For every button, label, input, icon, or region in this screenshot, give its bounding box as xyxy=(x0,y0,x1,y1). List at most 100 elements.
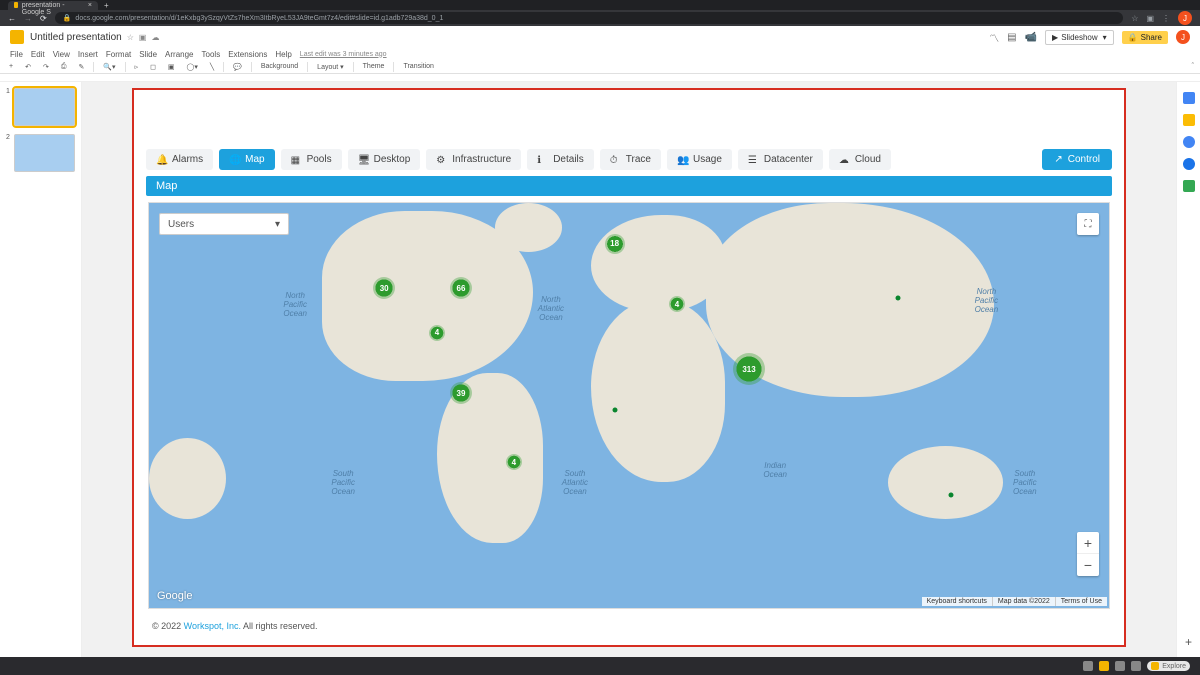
cc-icon[interactable] xyxy=(1115,661,1125,671)
comment-add-icon[interactable]: 💬 xyxy=(230,62,245,72)
slide-thumb-2[interactable] xyxy=(14,134,75,172)
canvas[interactable]: 🔔Alarms 🌐Map ▦Pools 🖥Desktop⚙Infrastructure… xyxy=(82,82,1176,657)
menu-help[interactable]: Help xyxy=(275,50,291,59)
trend-icon[interactable]: 〽 xyxy=(989,30,999,45)
explore-button[interactable]: Explore xyxy=(1147,661,1190,671)
menu-extensions[interactable]: Extensions xyxy=(228,50,267,59)
menu-view[interactable]: View xyxy=(53,50,70,59)
address-bar[interactable]: 🔒 docs.google.com/presentation/d/1eKxbg3… xyxy=(55,12,1124,24)
side-panel-add-icon[interactable]: + xyxy=(1185,635,1192,649)
map-cluster[interactable]: 30 xyxy=(373,277,395,299)
cursor-icon[interactable]: ▹ xyxy=(132,62,142,72)
line-icon[interactable]: ╲ xyxy=(207,62,217,72)
control-button[interactable]: ↗Control xyxy=(1042,149,1112,170)
tasks-icon[interactable] xyxy=(1183,136,1195,148)
tab-map[interactable]: 🌐Map xyxy=(219,149,274,170)
map-dot[interactable] xyxy=(948,492,953,497)
tab-label: Usage xyxy=(693,154,722,165)
reload-icon[interactable]: ⟳ xyxy=(40,14,47,23)
menu-insert[interactable]: Insert xyxy=(78,50,98,59)
tab-desktop[interactable]: 🖥Desktop xyxy=(348,149,421,170)
map-dot[interactable] xyxy=(612,407,617,412)
tab-cloud[interactable]: ☁Cloud xyxy=(829,149,891,170)
extension-icon[interactable]: ▣ xyxy=(1146,14,1154,23)
contacts-icon[interactable] xyxy=(1183,158,1195,170)
textbox-icon[interactable]: ◻ xyxy=(147,62,159,72)
comment-icon[interactable]: ▤ xyxy=(1007,32,1016,43)
map-cluster[interactable]: 313 xyxy=(733,353,765,385)
map-cluster[interactable]: 4 xyxy=(669,296,685,312)
map-cluster[interactable]: 66 xyxy=(450,277,472,299)
doc-title[interactable]: Untitled presentation xyxy=(30,32,122,43)
map-dot[interactable] xyxy=(895,296,900,301)
ocean-sp: South Pacific Ocean xyxy=(331,470,355,496)
star-icon[interactable]: ☆ xyxy=(1131,14,1138,23)
tab-usage[interactable]: 👥Usage xyxy=(667,149,732,170)
window-icon[interactable] xyxy=(1131,661,1141,671)
menu-format[interactable]: Format xyxy=(106,50,131,59)
layout-button[interactable]: Layout ▾ xyxy=(314,62,346,72)
cloud-icon[interactable]: ☁ xyxy=(151,33,159,42)
user-avatar[interactable]: J xyxy=(1176,30,1190,44)
attrib-keyboard[interactable]: Keyboard shortcuts xyxy=(922,597,992,606)
menu-edit[interactable]: Edit xyxy=(31,50,45,59)
share-button[interactable]: 🔒 Share xyxy=(1122,31,1168,44)
move-icon[interactable]: ▣ xyxy=(139,33,147,42)
keep-icon[interactable] xyxy=(1183,114,1195,126)
zoom-in-button[interactable]: + xyxy=(1077,532,1099,554)
gear-icon[interactable] xyxy=(1099,661,1109,671)
chrome-tab[interactable]: Untitled presentation - Google S × xyxy=(8,1,98,10)
attrib-terms[interactable]: Terms of Use xyxy=(1055,597,1107,606)
redo-icon[interactable]: ↷ xyxy=(40,62,52,72)
map-filter-dropdown[interactable]: Users ▾ xyxy=(159,213,289,235)
map-cluster[interactable]: 4 xyxy=(429,325,445,341)
star-icon[interactable]: ☆ xyxy=(127,33,134,42)
transition-button[interactable]: Transition xyxy=(400,62,436,71)
calendar-icon[interactable] xyxy=(1183,92,1195,104)
map-cluster[interactable]: 4 xyxy=(506,454,522,470)
paint-icon[interactable]: ✎ xyxy=(75,62,87,72)
chrome-avatar[interactable]: J xyxy=(1178,11,1192,25)
slideshow-button[interactable]: ▶ Slideshow ▾ xyxy=(1045,30,1114,45)
last-edit-link[interactable]: Last edit was 3 minutes ago xyxy=(300,51,387,58)
slides-logo-icon[interactable] xyxy=(10,30,24,44)
map-cluster[interactable]: 39 xyxy=(450,382,472,404)
footer-link[interactable]: Workspot, Inc. xyxy=(184,621,241,631)
shape-icon[interactable]: ◯▾ xyxy=(184,62,201,72)
maps-icon[interactable] xyxy=(1183,180,1195,192)
slides-menu: File Edit View Insert Format Slide Arran… xyxy=(0,48,1200,60)
tab-details[interactable]: ℹDetails xyxy=(527,149,594,170)
attrib-data[interactable]: Map data ©2022 xyxy=(992,597,1055,606)
slide-thumb-1[interactable] xyxy=(14,88,75,126)
menu-slide[interactable]: Slide xyxy=(139,50,157,59)
theme-button[interactable]: Theme xyxy=(360,62,388,71)
close-icon[interactable]: × xyxy=(88,2,92,9)
map-cluster[interactable]: 18 xyxy=(605,234,625,254)
tab-trace[interactable]: ⏱Trace xyxy=(600,149,661,170)
tab-alarms[interactable]: 🔔Alarms xyxy=(146,149,213,170)
zoom-out-button[interactable]: − xyxy=(1077,554,1099,576)
back-icon[interactable]: ← xyxy=(8,14,16,23)
volume-icon[interactable] xyxy=(1083,661,1093,671)
meet-icon[interactable]: 📹 xyxy=(1025,32,1037,43)
slide[interactable]: 🔔Alarms 🌐Map ▦Pools 🖥Desktop⚙Infrastructure… xyxy=(134,90,1124,645)
print-icon[interactable]: ⎙ xyxy=(58,62,70,72)
menu-tools[interactable]: Tools xyxy=(202,50,221,59)
forward-icon[interactable]: → xyxy=(24,14,32,23)
collapse-icon[interactable]: ˆ xyxy=(1192,63,1194,70)
map[interactable]: North Pacific Ocean South Pacific Ocean … xyxy=(148,202,1110,609)
new-tab-icon[interactable]: + xyxy=(104,1,109,10)
menu-arrange[interactable]: Arrange xyxy=(165,50,193,59)
new-slide-icon[interactable]: + xyxy=(6,62,16,71)
tab-infrastructure[interactable]: ⚙Infrastructure xyxy=(426,149,521,170)
undo-icon[interactable]: ↶ xyxy=(22,62,34,72)
menu-icon[interactable]: ⋮ xyxy=(1162,14,1170,23)
tab-datacenter[interactable]: ☰Datacenter xyxy=(738,149,823,170)
zoom-icon[interactable]: 🔍▾ xyxy=(100,62,118,72)
menu-file[interactable]: File xyxy=(10,50,23,59)
fullscreen-button[interactable]: ⛶ xyxy=(1077,213,1099,235)
tab-pools[interactable]: ▦Pools xyxy=(281,149,342,170)
control-label: Control xyxy=(1068,154,1100,165)
background-button[interactable]: Background xyxy=(258,62,301,71)
image-icon[interactable]: ▣ xyxy=(165,62,178,72)
